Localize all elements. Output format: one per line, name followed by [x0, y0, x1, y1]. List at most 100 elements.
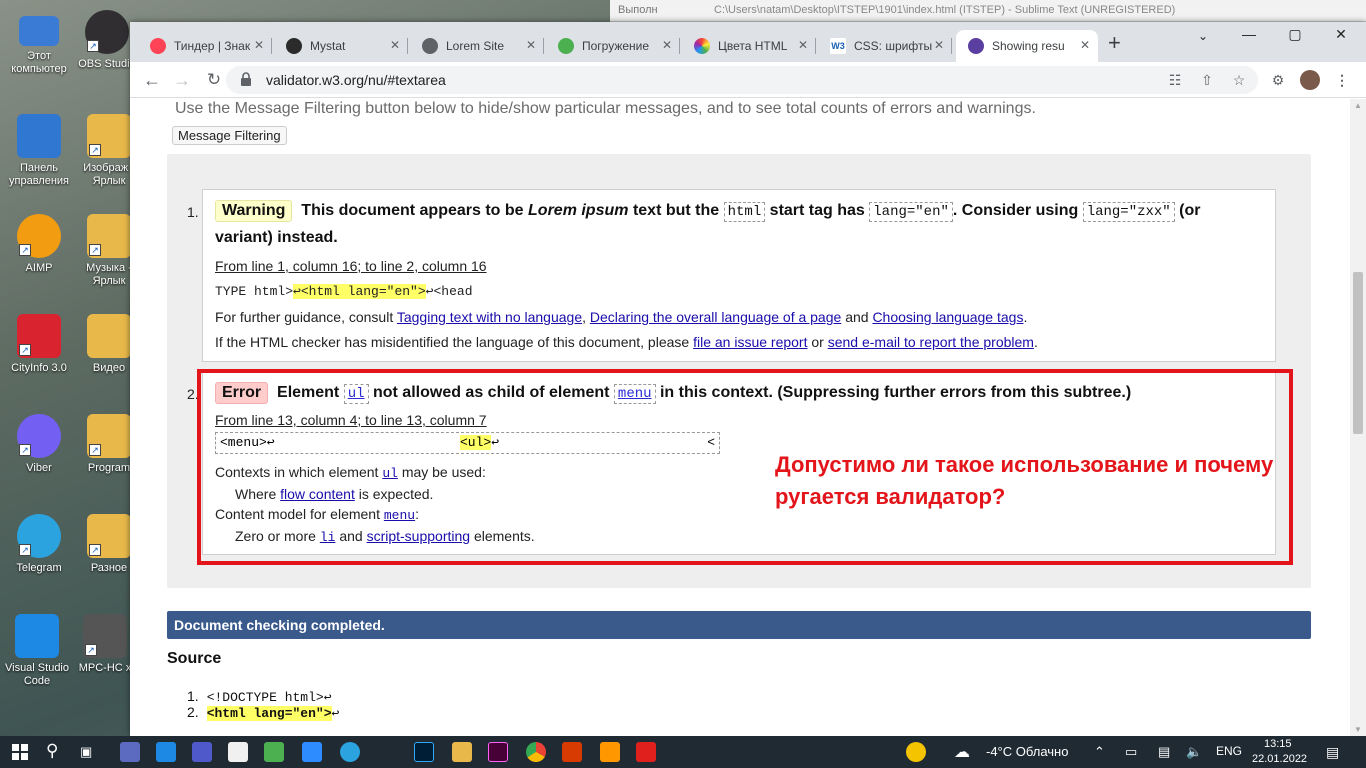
bookmark-star-icon[interactable]: ☆: [1230, 71, 1248, 89]
chevron-up-icon[interactable]: ⌃: [1094, 744, 1105, 760]
close-icon[interactable]: ✕: [934, 38, 944, 52]
clock-date[interactable]: 22.01.2022: [1252, 753, 1307, 765]
link-send-email[interactable]: send e-mail to report the problem: [828, 334, 1034, 350]
teams-icon[interactable]: [192, 742, 212, 762]
desktop-icon-viber[interactable]: ↗ Viber: [2, 414, 76, 475]
close-icon[interactable]: ✕: [1080, 38, 1090, 52]
warning-location-link[interactable]: From line 1, column 16; to line 2, colum…: [215, 258, 487, 274]
music-folder-icon: ↗: [87, 214, 131, 258]
language-indicator[interactable]: ENG: [1216, 744, 1242, 758]
translate-icon[interactable]: ☷: [1166, 71, 1184, 89]
folder-icon: ↗: [87, 414, 131, 458]
close-icon[interactable]: ✕: [798, 38, 808, 52]
graduation-cap-icon: [286, 38, 302, 54]
link-choosing-tags[interactable]: Choosing language tags: [872, 309, 1023, 325]
reload-button[interactable]: ↻: [202, 68, 226, 92]
annotation-question: Допустимо ли такое использование и почем…: [775, 452, 1274, 509]
zoom-icon[interactable]: [302, 742, 322, 762]
lock-icon[interactable]: [240, 72, 252, 86]
telegram-icon[interactable]: [340, 742, 360, 762]
background-tab[interactable]: Выполн: [618, 4, 658, 16]
tab-immersion[interactable]: Погружение ✕: [546, 30, 680, 62]
network-icon[interactable]: ▤: [1158, 744, 1170, 760]
code-lang-zxx: lang="zxx": [1082, 202, 1175, 222]
page-scrollbar[interactable]: ▲ ▼: [1350, 99, 1366, 736]
globe-icon: [422, 38, 438, 54]
back-button[interactable]: ←: [140, 68, 164, 92]
link-tagging-text[interactable]: Tagging text with no language: [397, 309, 582, 325]
tab-html-colors[interactable]: Цвета HTML ✕: [682, 30, 816, 62]
task-view-icon[interactable]: ▣: [80, 744, 92, 760]
taskbar-app-icon[interactable]: [120, 742, 140, 762]
new-tab-button[interactable]: +: [1108, 32, 1121, 54]
clock-time[interactable]: 13:15: [1264, 738, 1292, 750]
extensions-icon[interactable]: ⚙: [1268, 70, 1288, 90]
minimize-button[interactable]: —: [1226, 22, 1272, 52]
mail-icon[interactable]: [156, 742, 176, 762]
address-bar[interactable]: validator.w3.org/nu/#textarea ☷ ⇧ ☆: [226, 66, 1258, 94]
sublime-title: C:\Users\natam\Desktop\ITSTEP\1901\index…: [714, 4, 1176, 16]
source-heading: Source: [167, 650, 222, 667]
desktop-icon-aimp[interactable]: ↗ AIMP: [2, 214, 76, 275]
background-window-titlebar[interactable]: Выполн C:\Users\natam\Desktop\ITSTEP\190…: [610, 0, 1366, 22]
windows-start-icon[interactable]: [12, 744, 28, 760]
desktop-icon-telegram[interactable]: ↗ Telegram: [2, 514, 76, 575]
close-icon[interactable]: ✕: [662, 38, 672, 52]
tab-lorem-site[interactable]: Lorem Site ✕: [410, 30, 544, 62]
help-icon[interactable]: [906, 742, 926, 762]
htmlacademy-favicon: [558, 38, 574, 54]
desktop-icon-cityinfo[interactable]: ↗ CityInfo 3.0: [2, 314, 76, 375]
tab-css-fonts[interactable]: W3 CSS: шрифты ✕: [818, 30, 952, 62]
url-text[interactable]: validator.w3.org/nu/#textarea: [266, 72, 446, 88]
computer-icon: [19, 16, 59, 46]
link-declaring-language[interactable]: Declaring the overall language of a page: [590, 309, 841, 325]
folder-icon: [87, 314, 131, 358]
volume-icon[interactable]: 🔈: [1186, 744, 1202, 760]
search-icon[interactable]: ⚲: [46, 741, 58, 761]
scroll-thumb[interactable]: [1353, 272, 1363, 434]
source-line-2: 2. <html lang="en">↩: [187, 704, 340, 721]
file-explorer-icon[interactable]: [452, 742, 472, 762]
code-html: html: [723, 202, 766, 222]
message-filtering-button[interactable]: Message Filtering: [172, 126, 287, 145]
chrome-icon[interactable]: [526, 742, 546, 762]
notes-icon[interactable]: [228, 742, 248, 762]
desktop-icon-control-panel[interactable]: Панель управления: [2, 114, 76, 188]
share-icon[interactable]: ⇧: [1198, 71, 1216, 89]
guidance-text: For further guidance, consult Tagging te…: [215, 309, 1028, 325]
tab-validator-results[interactable]: Showing resu ✕: [956, 30, 1098, 62]
scroll-down-icon[interactable]: ▼: [1354, 725, 1362, 734]
completed-banner: Document checking completed.: [167, 611, 1311, 639]
close-window-button[interactable]: ✕: [1318, 22, 1364, 52]
cityinfo-icon: ↗: [17, 314, 61, 358]
desktop-icon-this-pc[interactable]: Этот компьютер: [2, 10, 76, 76]
dreamweaver-icon[interactable]: [488, 742, 508, 762]
w3schools-favicon: W3: [830, 38, 846, 54]
battery-icon[interactable]: ▭: [1125, 744, 1137, 760]
warning-extract: TYPE html>↩<html lang="en">↩<head: [215, 284, 473, 299]
notifications-icon[interactable]: ▤: [1326, 744, 1339, 761]
tab-search-button[interactable]: ⌄: [1180, 24, 1226, 54]
menu-kebab-icon[interactable]: ⋮: [1332, 70, 1352, 90]
office-icon[interactable]: [562, 742, 582, 762]
weather-text[interactable]: -4°C Облачно: [986, 744, 1068, 759]
acrobat-icon[interactable]: [636, 742, 656, 762]
color-wheel-icon: [694, 38, 710, 54]
warning-message-cont: variant) instead.: [215, 229, 338, 246]
tinder-favicon: [150, 38, 166, 54]
tab-tinder[interactable]: Тиндер | Знак ✕: [138, 30, 272, 62]
close-icon[interactable]: ✕: [254, 38, 264, 52]
scroll-up-icon[interactable]: ▲: [1354, 101, 1362, 110]
maximize-button[interactable]: ▢: [1272, 22, 1318, 52]
close-icon[interactable]: ✕: [526, 38, 536, 52]
tab-mystat[interactable]: Mystat ✕: [274, 30, 408, 62]
message-number: 1.: [187, 204, 199, 220]
desktop-icon-vscode[interactable]: Visual Studio Code: [0, 614, 74, 688]
close-icon[interactable]: ✕: [390, 38, 400, 52]
sublime-icon[interactable]: [600, 742, 620, 762]
link-file-issue[interactable]: file an issue report: [693, 334, 807, 350]
app-icon[interactable]: [264, 742, 284, 762]
avatar[interactable]: [1300, 70, 1320, 90]
photoshop-icon[interactable]: [414, 742, 434, 762]
forward-button[interactable]: →: [170, 68, 194, 92]
